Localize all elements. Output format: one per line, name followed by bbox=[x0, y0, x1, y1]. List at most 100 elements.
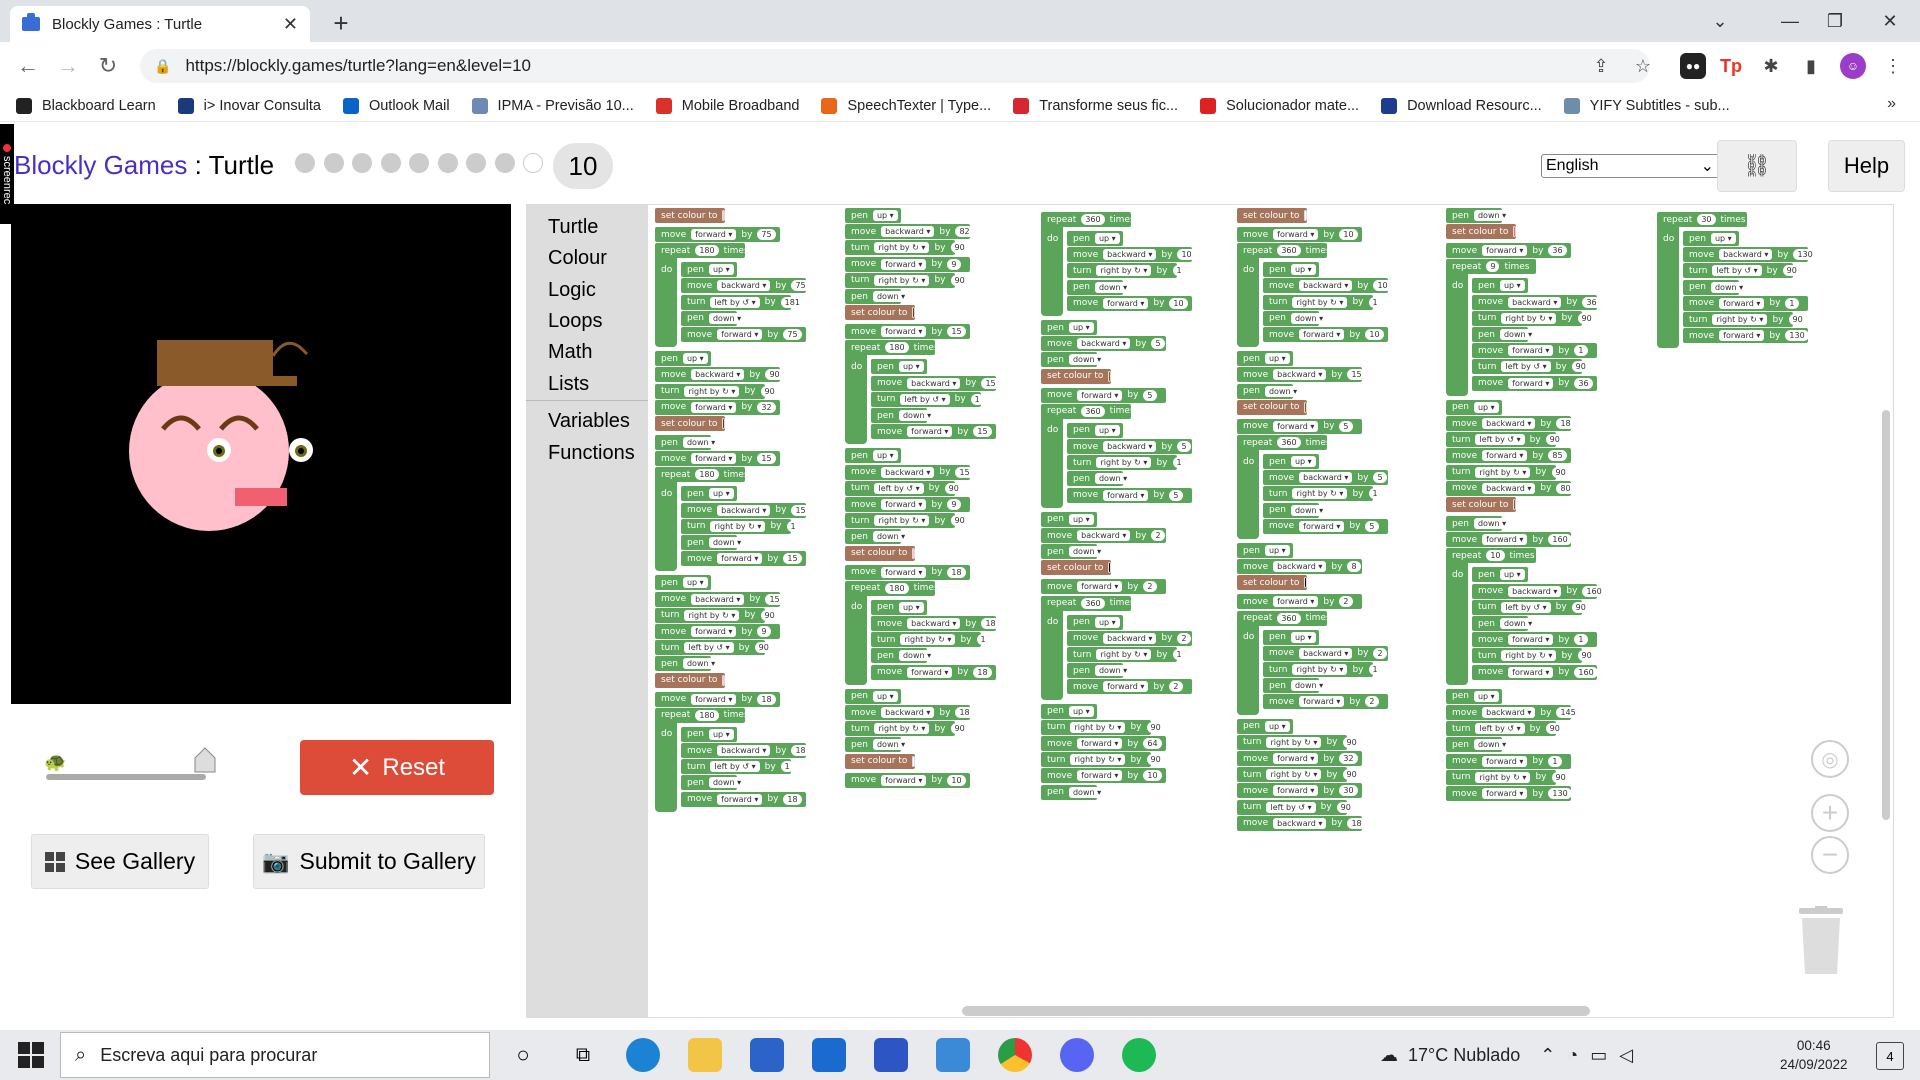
block-dropdown[interactable]: up ▾ bbox=[1499, 280, 1525, 292]
block-number[interactable]: 360 bbox=[1081, 597, 1105, 609]
set-colour-block[interactable]: set colour to bbox=[845, 753, 915, 769]
block-number[interactable]: 2 bbox=[1373, 647, 1387, 659]
block-dropdown[interactable]: right by ↻ ▾ bbox=[1070, 754, 1126, 766]
block-number[interactable]: 90 bbox=[1782, 265, 1801, 277]
repeat-block[interactable]: repeat 10 times bbox=[1446, 548, 1536, 564]
pen-block[interactable]: pen up ▾ bbox=[1683, 231, 1739, 246]
pen-block[interactable]: pen up ▾ bbox=[1472, 278, 1528, 294]
pen-block[interactable]: pen up ▾ bbox=[1041, 703, 1097, 719]
block-dropdown[interactable]: backward ▾ bbox=[881, 466, 935, 478]
block-number[interactable]: 160 bbox=[1548, 534, 1572, 546]
pen-block[interactable]: pen down ▾ bbox=[681, 775, 746, 791]
block-number[interactable]: 90 bbox=[950, 242, 969, 254]
see-gallery-button[interactable]: See Gallery bbox=[31, 834, 209, 889]
block-dropdown[interactable]: backward ▾ bbox=[907, 618, 961, 629]
move-block[interactable]: move forward ▾ by 130 bbox=[1446, 786, 1572, 801]
block-dropdown[interactable]: forward ▾ bbox=[1077, 581, 1123, 593]
block-dropdown[interactable]: forward ▾ bbox=[1273, 420, 1319, 432]
block-number[interactable]: 90 bbox=[944, 482, 963, 494]
block-dropdown[interactable]: right by ↻ ▾ bbox=[1475, 466, 1531, 478]
turn-block[interactable]: turn left by ↺ ▾ by 181 bbox=[681, 294, 804, 310]
puzzle-extensions-icon[interactable]: ✱ bbox=[1758, 53, 1784, 79]
block-number[interactable]: 10 bbox=[1143, 770, 1162, 782]
block-dropdown[interactable]: up ▾ bbox=[1710, 233, 1736, 244]
move-block[interactable]: move forward ▾ by 5 bbox=[1237, 418, 1362, 434]
block-number[interactable]: 90 bbox=[754, 642, 773, 654]
move-block[interactable]: move backward ▾ by 18 bbox=[1446, 416, 1575, 431]
move-block[interactable]: move backward ▾ by 18 bbox=[845, 705, 974, 720]
block-dropdown[interactable]: down ▾ bbox=[1094, 473, 1132, 485]
block-number[interactable]: 75 bbox=[783, 329, 802, 340]
pen-block[interactable]: pen up ▾ bbox=[1263, 629, 1319, 645]
block-dropdown[interactable]: forward ▾ bbox=[907, 426, 953, 438]
pen-block[interactable]: pen down ▾ bbox=[1472, 327, 1537, 342]
move-block[interactable]: move backward ▾ by 145 bbox=[1446, 705, 1580, 720]
pen-block[interactable]: pen up ▾ bbox=[1067, 614, 1123, 630]
pen-block[interactable]: pen down ▾ bbox=[1041, 352, 1106, 368]
back-button[interactable]: ← bbox=[14, 52, 42, 80]
block-number[interactable]: 90 bbox=[1551, 466, 1570, 478]
block-number[interactable]: 15 bbox=[955, 466, 974, 478]
move-block[interactable]: move forward ▾ by 2 bbox=[1041, 579, 1166, 595]
repeat-block-body[interactable] bbox=[845, 580, 867, 685]
block-number[interactable]: 15 bbox=[981, 377, 1000, 389]
block-dropdown[interactable]: forward ▾ bbox=[691, 401, 737, 413]
block-dropdown[interactable]: forward ▾ bbox=[1482, 450, 1528, 462]
block-dropdown[interactable]: forward ▾ bbox=[1273, 753, 1319, 764]
block-number[interactable]: 2 bbox=[1365, 696, 1379, 708]
block-number[interactable]: 130 bbox=[1785, 330, 1809, 342]
mail-icon[interactable] bbox=[812, 1038, 846, 1072]
block-dropdown[interactable]: up ▾ bbox=[1290, 264, 1316, 276]
block-number[interactable]: 5 bbox=[1177, 441, 1191, 452]
chrome-icon[interactable] bbox=[998, 1038, 1032, 1072]
move-block[interactable]: move backward ▾ by 18 bbox=[681, 743, 810, 758]
move-block[interactable]: move forward ▾ by 15 bbox=[681, 551, 806, 567]
repeat-block[interactable]: repeat 360 times bbox=[1041, 403, 1135, 419]
move-block[interactable]: move forward ▾ by 32 bbox=[655, 399, 780, 415]
block-dropdown[interactable]: backward ▾ bbox=[1273, 369, 1327, 381]
block-dropdown[interactable]: forward ▾ bbox=[881, 258, 927, 270]
edge-icon[interactable] bbox=[626, 1038, 660, 1072]
block-number[interactable]: 2 bbox=[1339, 596, 1353, 608]
turn-block[interactable]: turn right by ↻ ▾ by 1 bbox=[1067, 455, 1186, 471]
block-dropdown[interactable]: forward ▾ bbox=[1482, 788, 1528, 799]
horizontal-scrollbar[interactable] bbox=[962, 1006, 1590, 1016]
level-dot[interactable] bbox=[295, 153, 315, 173]
block-dropdown[interactable]: down ▾ bbox=[898, 650, 936, 662]
block-dropdown[interactable]: down ▾ bbox=[872, 531, 910, 543]
pen-block[interactable]: pen up ▾ bbox=[655, 575, 711, 591]
block-dropdown[interactable]: backward ▾ bbox=[1103, 632, 1157, 644]
move-block[interactable]: move backward ▾ by 36 bbox=[1472, 294, 1601, 310]
move-block[interactable]: move backward ▾ by 15 bbox=[655, 591, 784, 607]
move-block[interactable]: move forward ▾ by 15 bbox=[845, 324, 970, 340]
pen-block[interactable]: pen up ▾ bbox=[1041, 320, 1097, 335]
turn-block[interactable]: turn left by ↺ ▾ by 90 bbox=[1472, 359, 1590, 375]
speed-slider-handle[interactable] bbox=[193, 744, 217, 773]
block-number[interactable]: 15 bbox=[757, 453, 776, 465]
block-dropdown[interactable]: up ▾ bbox=[1264, 353, 1290, 365]
block-dropdown[interactable]: right by ↻ ▾ bbox=[1292, 488, 1348, 500]
clock[interactable]: 00:46 24/09/2022 bbox=[1780, 1036, 1848, 1074]
block-dropdown[interactable]: right by ↻ ▾ bbox=[1712, 314, 1768, 325]
turn-block[interactable]: turn right by ↻ ▾ by 90 bbox=[655, 607, 779, 623]
turn-block[interactable]: turn right by ↻ ▾ by 90 bbox=[1237, 767, 1361, 783]
block-dropdown[interactable]: up ▾ bbox=[1094, 233, 1120, 244]
block-number[interactable]: 90 bbox=[1577, 312, 1596, 324]
pen-block[interactable]: pen up ▾ bbox=[1041, 511, 1097, 527]
block-dropdown[interactable]: right by ↻ ▾ bbox=[1292, 664, 1348, 675]
block-dropdown[interactable]: down ▾ bbox=[708, 537, 746, 548]
repeat-block[interactable]: repeat 9 times bbox=[1446, 259, 1536, 275]
block-number[interactable]: 15 bbox=[791, 504, 810, 516]
block-number[interactable]: 10 bbox=[1373, 280, 1392, 292]
block-dropdown[interactable]: right by ↻ ▾ bbox=[1266, 769, 1322, 781]
block-dropdown[interactable]: up ▾ bbox=[1290, 631, 1316, 643]
block-dropdown[interactable]: left by ↺ ▾ bbox=[1712, 265, 1762, 277]
level-dot[interactable] bbox=[494, 153, 515, 173]
zoom-in-icon[interactable]: + bbox=[1811, 794, 1849, 832]
profile-avatar[interactable]: ☺ bbox=[1840, 53, 1866, 79]
repeat-block-body[interactable] bbox=[1237, 243, 1259, 348]
repeat-block-body[interactable] bbox=[655, 467, 677, 572]
set-colour-block[interactable]: set colour to bbox=[1446, 497, 1516, 512]
move-block[interactable]: move forward ▾ by 5 bbox=[1263, 518, 1388, 534]
recenter-icon[interactable]: ◎ bbox=[1811, 740, 1849, 778]
